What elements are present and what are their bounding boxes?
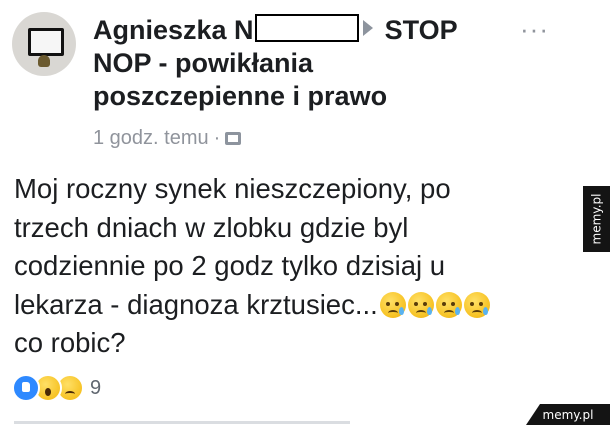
author-name[interactable]: Agnieszka N	[93, 15, 254, 45]
sad-tear-emoji-icon	[463, 291, 490, 318]
avatar-plant-shape	[38, 55, 50, 67]
more-options-button[interactable]: ···	[520, 14, 549, 45]
watermark-side: memy.pl	[583, 186, 610, 252]
post-body: Moj roczny synek nieszczepiony, po trzec…	[14, 170, 554, 363]
arrow-right-icon	[362, 20, 373, 36]
group-name-cont[interactable]: poszczepienne i prawo	[93, 81, 387, 111]
facebook-post: Agnieszka N STOP NOP - powikłania poszcze…	[0, 0, 610, 425]
post-header: Agnieszka N STOP NOP - powikłania poszcze…	[93, 14, 513, 113]
reaction-count[interactable]: 9	[90, 377, 101, 400]
censor-box	[254, 14, 359, 42]
photo-icon	[225, 132, 242, 145]
group-name-cont[interactable]: NOP - powikłania	[93, 48, 313, 78]
like-icon	[12, 374, 40, 402]
body-line: Moj roczny synek nieszczepiony, po	[14, 173, 451, 204]
watermark-text: memy.pl	[589, 193, 604, 245]
author-avatar[interactable]	[12, 12, 76, 76]
sad-tear-emoji-icon	[379, 291, 406, 318]
post-timestamp[interactable]: 1 godz. temu	[93, 127, 209, 150]
body-line: codziennie po 2 godz tylko dzisiaj u	[14, 250, 446, 281]
reactions-bar[interactable]: 9	[12, 374, 101, 402]
meta-separator: ·	[213, 127, 221, 149]
body-line: lekarza - diagnoza krztusiec...	[14, 288, 378, 320]
group-name[interactable]: STOP	[385, 15, 458, 45]
watermark-bottom: memy.pl	[526, 404, 610, 425]
avatar-frame-shape	[28, 28, 64, 56]
sad-tear-emoji-icon	[407, 291, 434, 318]
divider	[14, 421, 350, 424]
body-line: co robic?	[14, 327, 126, 358]
body-line: trzech dniach w zlobku gdzie byl	[14, 211, 409, 243]
sad-tear-emoji-icon	[435, 291, 462, 318]
post-meta: 1 godz. temu ·	[93, 127, 242, 150]
